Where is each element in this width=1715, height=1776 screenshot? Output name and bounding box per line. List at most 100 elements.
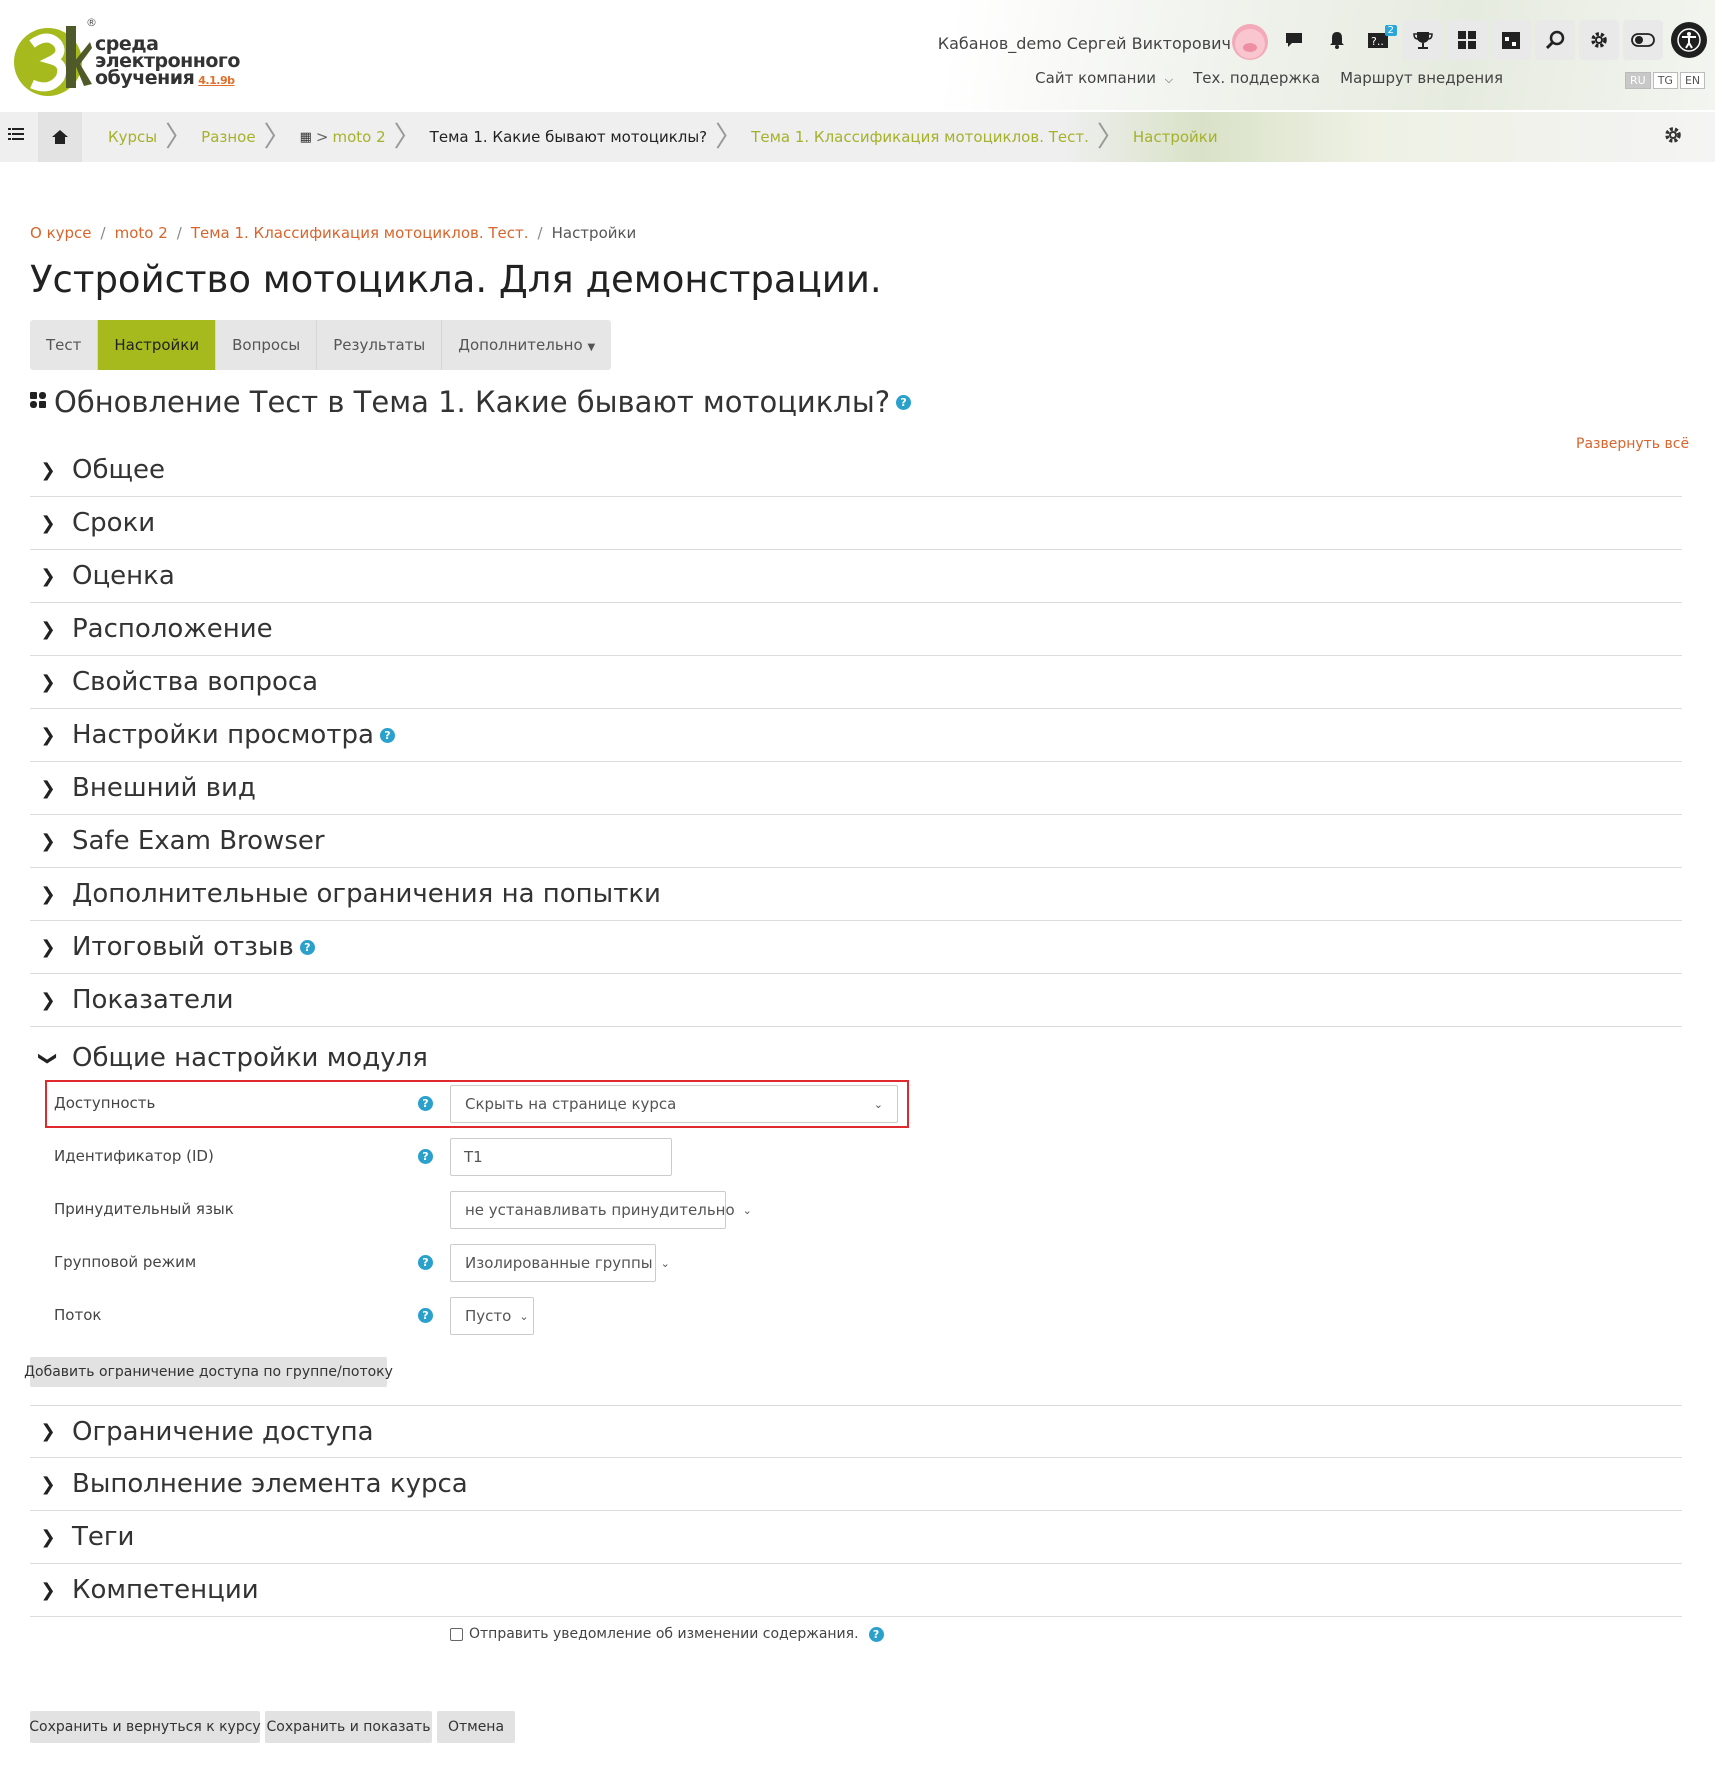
chevron-right-icon: ❯ xyxy=(40,1526,56,1548)
fieldset-question-behaviour[interactable]: ❯ Свойства вопроса xyxy=(30,656,1682,709)
breadcrumb-course[interactable]: moto 2 xyxy=(115,224,168,242)
help-icon[interactable]: ? xyxy=(299,939,315,955)
calendar-icon[interactable] xyxy=(1491,20,1531,60)
nav-crumb-misc[interactable]: Разное xyxy=(201,128,255,146)
fieldset-module-settings[interactable]: ❯ Общие настройки модуля xyxy=(30,1033,1682,1083)
lang-en[interactable]: EN xyxy=(1679,72,1706,89)
logo-version[interactable]: 4.1.9b xyxy=(198,74,235,87)
notify-change-label[interactable]: Отправить уведомление об изменении содер… xyxy=(469,1626,859,1642)
fieldset-review-options[interactable]: ❯ Настройки просмотра? xyxy=(30,709,1682,762)
fieldset-grade[interactable]: ❯ Оценка xyxy=(30,550,1682,603)
tab-quiz[interactable]: Тест xyxy=(30,320,99,370)
quiz-module-icon xyxy=(30,391,46,413)
fieldset-indicators[interactable]: ❯ Показатели xyxy=(30,974,1682,1027)
chevron-right-icon: ❯ xyxy=(40,1473,56,1495)
fieldset-label: Свойства вопроса xyxy=(72,667,319,697)
page-gear-icon[interactable] xyxy=(1662,124,1684,152)
nav-crumb-quiz[interactable]: Тема 1. Классификация мотоциклов. Тест. xyxy=(751,128,1089,146)
help-icon[interactable]: ? xyxy=(868,1626,884,1642)
lang-tg[interactable]: TG xyxy=(1652,72,1678,89)
notifications-icon[interactable] xyxy=(1318,21,1356,59)
tab-more[interactable]: Дополнительно ▼ xyxy=(442,320,611,370)
fieldset-appearance[interactable]: ❯ Внешний вид xyxy=(30,762,1682,815)
registered-mark: ® xyxy=(86,16,97,29)
notify-change-checkbox[interactable] xyxy=(450,1627,463,1641)
user-name[interactable]: Кабанов_demo Сергей Викторович xyxy=(938,34,1231,53)
fieldset-general[interactable]: ❯ Общее xyxy=(30,444,1682,497)
help-icon[interactable]: ? xyxy=(418,1308,433,1323)
nav-crumb-course[interactable]: moto 2 xyxy=(332,128,385,146)
nav-separator: 〉 xyxy=(715,120,744,153)
cancel-button[interactable]: Отмена xyxy=(437,1711,515,1743)
dashboard-icon[interactable] xyxy=(1447,20,1487,60)
nav-crumb-settings[interactable]: Настройки xyxy=(1133,128,1218,146)
fieldset-overall-feedback[interactable]: ❯ Итоговый отзыв? xyxy=(30,921,1682,974)
fieldset-extra-restrictions[interactable]: ❯ Дополнительные ограничения на попытки xyxy=(30,868,1682,921)
fieldset-completion[interactable]: ❯ Выполнение элемента курса xyxy=(30,1458,1682,1511)
idnumber-field[interactable]: T1 xyxy=(450,1138,672,1176)
grouping-select[interactable]: Пусто ⌄ xyxy=(450,1297,534,1335)
breadcrumb-quiz[interactable]: Тема 1. Классификация мотоциклов. Тест. xyxy=(191,224,529,242)
chevron-right-icon: ❯ xyxy=(40,671,56,693)
fieldset-tags[interactable]: ❯ Теги xyxy=(30,1511,1682,1564)
menu-list-icon[interactable] xyxy=(8,125,24,146)
page-title: Устройство мотоцикла. Для демонстрации. xyxy=(30,258,882,301)
help-icon[interactable]: ? xyxy=(418,1255,433,1270)
fieldset-label: Дополнительные ограничения на попытки xyxy=(72,879,661,909)
fieldset-layout[interactable]: ❯ Расположение xyxy=(30,603,1682,656)
group-mode-select[interactable]: Изолированные группы ⌄ xyxy=(450,1244,670,1282)
nav-separator: 〉 xyxy=(393,120,422,153)
fieldset-access-restrictions[interactable]: ❯ Ограничение доступа xyxy=(30,1405,1682,1458)
chevron-right-icon: ❯ xyxy=(40,883,56,905)
chevron-right-icon: ❯ xyxy=(40,830,56,852)
group-mode-label: Групповой режим xyxy=(54,1253,197,1271)
fieldset-label: Ограничение доступа xyxy=(72,1416,374,1447)
save-return-button[interactable]: Сохранить и вернуться к курсу xyxy=(29,1711,261,1743)
tab-results[interactable]: Результаты xyxy=(317,320,443,370)
fieldset-label: Компетенции xyxy=(72,1575,259,1605)
messages-icon[interactable] xyxy=(1275,21,1313,59)
breadcrumb-current: Настройки xyxy=(551,224,637,242)
home-icon[interactable] xyxy=(38,112,82,162)
help-icon[interactable]: ? xyxy=(379,727,395,743)
tab-questions[interactable]: Вопросы xyxy=(216,320,318,370)
fieldset-competencies[interactable]: ❯ Компетенции xyxy=(30,1564,1682,1617)
chevron-down-icon: ⌵ xyxy=(1164,73,1174,86)
course-grid-icon: ▦ xyxy=(299,129,312,145)
help-icon[interactable]: ? xyxy=(896,394,912,410)
breadcrumb-about-course[interactable]: О курсе xyxy=(30,224,92,242)
user-avatar[interactable] xyxy=(1232,24,1268,60)
nav-small-separator: > xyxy=(315,128,329,146)
help-icon[interactable]: ? xyxy=(418,1096,433,1111)
chevron-right-icon: ❯ xyxy=(40,459,56,481)
fieldset-seb[interactable]: ❯ Safe Exam Browser xyxy=(30,815,1682,868)
chevron-down-icon: ⌄ xyxy=(873,1097,883,1111)
fieldset-label: Итоговый отзыв? xyxy=(66,932,315,962)
tab-more-label: Дополнительно xyxy=(458,336,583,354)
nav-crumb-courses[interactable]: Курсы xyxy=(108,128,157,146)
tab-settings[interactable]: Настройки xyxy=(98,320,217,370)
chevron-right-icon: ❯ xyxy=(40,618,56,640)
roadmap-link[interactable]: Маршрут внедрения xyxy=(1340,69,1503,87)
force-language-label: Принудительный язык xyxy=(54,1200,234,1218)
help-icon[interactable]: ? xyxy=(418,1149,433,1164)
accessibility-icon[interactable] xyxy=(1671,22,1707,58)
site-logo[interactable]: ® среда электронного обучения 4.1.9b xyxy=(12,16,252,104)
support-link[interactable]: Тех. поддержка xyxy=(1193,69,1320,87)
fieldset-timing[interactable]: ❯ Сроки xyxy=(30,497,1682,550)
logo-text: среда электронного обучения 4.1.9b xyxy=(95,35,240,89)
lang-ru[interactable]: RU xyxy=(1625,72,1651,89)
trophy-icon[interactable] xyxy=(1403,20,1443,60)
add-group-restriction-button[interactable]: Добавить ограничение доступа по группе/п… xyxy=(24,1357,393,1387)
chevron-down-icon: ⌄ xyxy=(742,1203,752,1217)
toggle-icon[interactable] xyxy=(1623,20,1663,60)
force-language-select[interactable]: не устанавливать принудительно ⌄ xyxy=(450,1191,752,1229)
questions-icon[interactable]: ?.. 2 xyxy=(1361,21,1399,59)
nav-crumb-section[interactable]: Тема 1. Какие бывают мотоциклы? xyxy=(430,128,707,146)
search-icon[interactable] xyxy=(1535,20,1575,60)
chevron-down-icon: ⌄ xyxy=(519,1309,529,1323)
company-site-link[interactable]: Сайт компании ⌵ xyxy=(1035,69,1173,87)
availability-select[interactable]: Скрыть на странице курса ⌄ xyxy=(450,1085,898,1123)
settings-gear-icon[interactable] xyxy=(1579,20,1619,60)
save-display-button[interactable]: Сохранить и показать xyxy=(265,1711,432,1743)
